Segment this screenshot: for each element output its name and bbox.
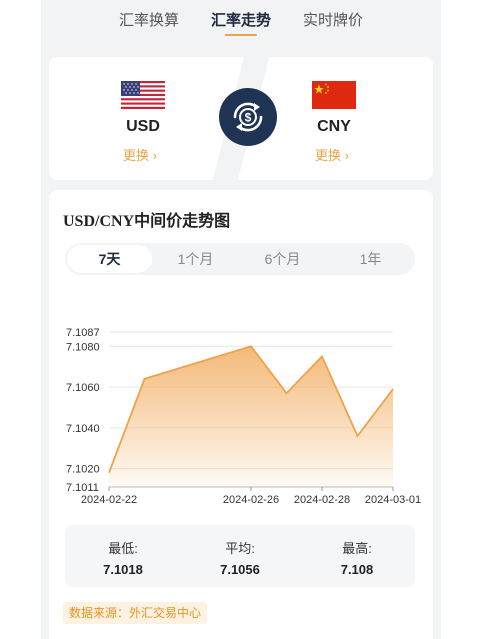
x-tick-label: 2024-02-28 [294, 494, 350, 506]
period-selector: 7天 1个月 6个月 1年 [65, 243, 415, 275]
stat-avg-label: 平均: [225, 541, 255, 556]
tab-realtime-quotes[interactable]: 实时牌价 [303, 9, 363, 30]
period-tab-1y[interactable]: 1年 [328, 245, 413, 273]
y-tick-label: 7.1011 [66, 482, 99, 494]
stat-min-label: 最低: [108, 541, 138, 556]
chevron-right-icon: › [344, 148, 349, 163]
trend-chart-card: USD/CNY中间价走势图 7天 1个月 6个月 1年 7.1087 7.1080… [49, 190, 433, 639]
change-from-currency-button[interactable]: 更换 › [100, 145, 180, 164]
swap-currency-button[interactable]: $ [219, 88, 277, 146]
tab-trend[interactable]: 汇率走势 [211, 9, 271, 30]
stat-min-value: 7.1018 [103, 562, 143, 577]
currency-exchange-icon: $ [233, 102, 263, 132]
trend-line-chart: 7.1087 7.1080 7.1060 7.1040 7.1020 7.1011 202… [66, 327, 421, 506]
y-tick-label: 7.1087 [66, 327, 100, 339]
y-tick-label: 7.1040 [66, 423, 100, 435]
x-tick-label: 2024-02-26 [223, 494, 279, 506]
y-tick-label: 7.1020 [66, 464, 100, 476]
x-tick-label: 2024-02-22 [81, 494, 137, 506]
y-tick-label: 7.1080 [66, 341, 100, 353]
svg-text:$: $ [245, 111, 252, 125]
top-tabs: 汇率换算 汇率走势 实时牌价 [41, 0, 441, 44]
chart-title: USD/CNY中间价走势图 [63, 213, 231, 230]
to-currency-code: CNY [317, 118, 351, 135]
change-to-currency-button[interactable]: 更换 › [292, 145, 372, 164]
stats-summary: 最低: 7.1018 平均: 7.1056 最高: 7.108 [65, 525, 415, 587]
tab-exchange[interactable]: 汇率换算 [119, 9, 179, 30]
change-from-label: 更换 [123, 148, 150, 163]
chevron-right-icon: › [152, 148, 157, 163]
x-tick-label: 2024-03-01 [365, 494, 421, 506]
app-container: 汇率换算 汇率走势 实时牌价 USD 更换 › CNY 更换 › $ USD/C… [41, 0, 441, 639]
change-to-label: 更换 [315, 148, 342, 163]
us-flag-icon [121, 81, 165, 109]
period-tab-1m[interactable]: 1个月 [153, 245, 238, 273]
stat-avg-value: 7.1056 [220, 562, 260, 577]
from-currency-card[interactable]: USD 更换 › [49, 57, 244, 180]
from-currency-code: USD [126, 118, 160, 135]
stat-max-label: 最高: [342, 541, 372, 556]
active-tab-indicator [225, 34, 257, 36]
area-fill [109, 346, 393, 487]
period-tab-7d[interactable]: 7天 [67, 245, 152, 273]
y-tick-label: 7.1060 [66, 382, 100, 394]
data-source-badge: 数据来源：外汇交易中心 [63, 602, 208, 624]
cn-flag-icon [312, 81, 356, 109]
stat-max-value: 7.108 [340, 562, 374, 577]
currency-pair-selector: USD 更换 › CNY 更换 › $ [49, 57, 433, 180]
period-tab-6m[interactable]: 6个月 [240, 245, 325, 273]
